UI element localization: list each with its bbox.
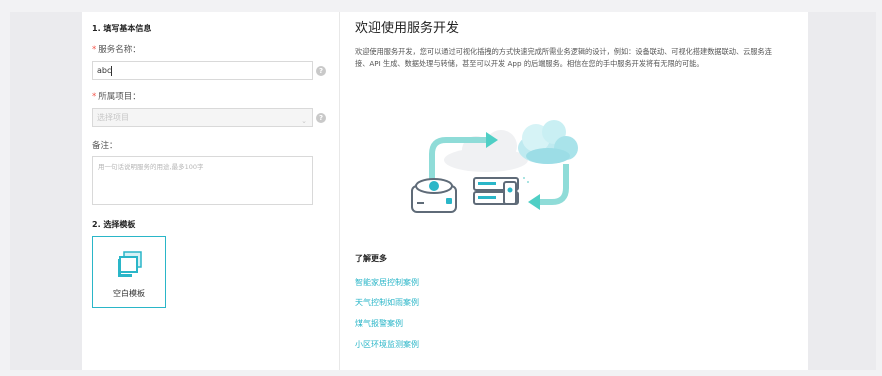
link-community-env-case[interactable]: 小区环境监测案例 [355,339,419,350]
chevron-down-icon: ⌄ [301,117,307,125]
right-gutter [808,12,876,370]
left-gutter [10,12,82,370]
link-weather-control-case[interactable]: 天气控制如雨案例 [355,297,419,308]
cloud-device-sync-illustration [411,120,578,213]
required-mark: * [92,45,97,55]
welcome-description: 欢迎使用服务开发，您可以通过可视化插拽的方式快速完成所需业务逻辑的设计，例如：设… [355,47,772,68]
template-card-blank[interactable]: 空白模板 [92,236,166,308]
service-name-input[interactable]: abc [92,61,313,80]
template-label: 空白模板 [113,289,145,298]
learn-more-title: 了解更多 [355,254,387,263]
help-icon[interactable]: ? [316,113,326,123]
service-name-label: * 服务名称： [92,45,141,55]
blank-template-icon [118,251,142,277]
link-smart-home-case[interactable]: 智能家居控制案例 [355,277,419,288]
help-icon[interactable]: ? [316,66,326,76]
project-label: * 所属项目： [92,92,141,102]
section-basic-info-title: 1. 填写基本信息 [92,24,152,33]
link-gas-alarm-case[interactable]: 煤气报警案例 [355,318,403,329]
remark-textarea[interactable]: 用一句话说明服务的用途,最多100字 [92,156,313,205]
welcome-title: 欢迎使用服务开发 [355,21,460,36]
required-mark: * [92,92,97,102]
remark-label: 备注： [92,141,118,151]
panel-divider [339,12,340,370]
section-template-title: 2. 选择模板 [92,220,136,229]
project-select[interactable]: 选择项目 ⌄ [92,108,313,127]
